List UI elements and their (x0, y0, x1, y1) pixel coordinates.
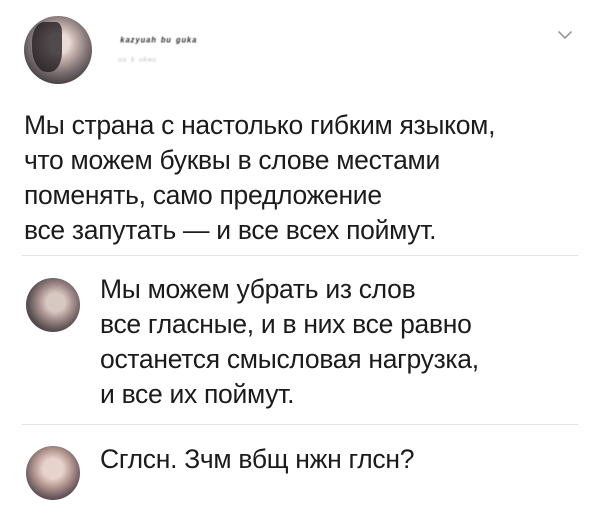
reply-avatar[interactable] (26, 446, 80, 500)
author-subline: ᵘᵘ ᵏ ᵘᵏᵃᵘ (118, 56, 157, 67)
divider (22, 424, 578, 425)
reply-line: и все их поймут. (100, 379, 295, 409)
tweet-line: что можем буквы в слове местами (24, 145, 440, 175)
reply-line: все гласные, и в них все равно (100, 309, 472, 339)
tweet-line: поменять, само предложение (24, 180, 382, 210)
reply-line: останется смысловая нагрузка, (100, 344, 479, 374)
reply-body: Сглсн. Зчм вбщ нжн глсн? (100, 442, 578, 477)
tweet-header: ᵏᵃᶻʸᵘᵃʰ ᵇᵘ ᵍᵘᵏᵃ ᵘᵘ ᵏ ᵘᵏᵃᵘ (22, 14, 582, 86)
chevron-down-icon[interactable] (556, 26, 574, 44)
reply-avatar[interactable] (26, 278, 80, 332)
reply-line: Мы можем убрать из слов (100, 274, 416, 304)
divider (22, 255, 578, 256)
tweet-thread: ᵏᵃᶻʸᵘᵃʰ ᵇᵘ ᵍᵘᵏᵃ ᵘᵘ ᵏ ᵘᵏᵃᵘ Мы страна с на… (0, 0, 600, 532)
author-handle[interactable]: ᵏᵃᶻʸᵘᵃʰ ᵇᵘ ᵍᵘᵏᵃ (120, 36, 197, 48)
tweet-body: Мы страна с настолько гибким языком, что… (24, 108, 580, 248)
author-avatar[interactable] (24, 16, 92, 84)
tweet-line: все запутать — и все всех поймут. (24, 215, 437, 245)
tweet-line: Мы страна с настолько гибким языком, (24, 110, 496, 140)
reply-body: Мы можем убрать из слов все гласные, и в… (100, 272, 578, 412)
reply-line: Сглсн. Зчм вбщ нжн глсн? (100, 444, 415, 474)
